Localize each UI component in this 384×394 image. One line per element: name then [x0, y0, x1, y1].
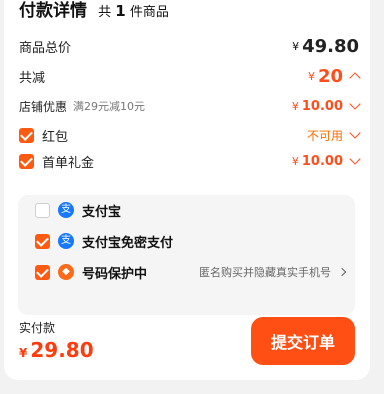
red-packet-label: 红包 — [42, 129, 69, 145]
chevron-down-icon[interactable] — [349, 153, 361, 165]
first-order-gift-label: 首单礼金 — [42, 155, 95, 171]
shop-coupon-value: 10.00 — [301, 98, 343, 114]
currency-symbol: ¥ — [19, 346, 28, 360]
total-price-value: 49.80 — [302, 35, 359, 57]
alipay-nopwd-checkbox[interactable] — [35, 233, 50, 249]
first-order-gift-checkbox[interactable] — [19, 153, 34, 169]
header: 付款详情 共 1 件商品 — [19, 0, 169, 21]
payment-methods-panel: 支 支付宝 支 支付宝免密支付 ◆ 号码保护中 匿名购买并隐藏真实手机号 — [18, 195, 355, 315]
currency-symbol: ¥ — [291, 99, 299, 113]
total-price-row: 商品总价 ¥ 49.80 — [19, 35, 359, 57]
amount-due-value: 29.80 — [30, 338, 94, 362]
shop-coupon-label: 店铺优惠 — [19, 99, 68, 114]
shield-icon: ◆ — [58, 264, 74, 280]
total-discount-row[interactable]: 共减 ¥ 20 — [19, 65, 361, 87]
currency-symbol: ¥ — [307, 69, 315, 83]
payment-option-label: 支付宝免密支付 — [82, 235, 174, 251]
total-price-label: 商品总价 — [19, 40, 72, 56]
alipay-icon: 支 — [58, 202, 74, 218]
payment-option-label: 支付宝 — [82, 204, 122, 220]
total-discount-value: 20 — [317, 65, 343, 87]
shop-coupon-desc: 满29元减10元 — [73, 100, 146, 113]
privacy-note: 匿名购买并隐藏真实手机号 — [199, 266, 331, 279]
payment-option-alipay-nopwd[interactable]: 支 支付宝免密支付 — [35, 230, 345, 252]
chevron-down-icon[interactable] — [349, 98, 361, 110]
amount-due-label: 实付款 — [19, 321, 56, 335]
chevron-down-icon[interactable] — [349, 127, 361, 139]
alipay-icon: 支 — [58, 233, 74, 249]
amount-due: ¥29.80 — [19, 338, 94, 362]
submit-order-button[interactable]: 提交订单 — [251, 317, 355, 365]
red-packet-checkbox[interactable] — [19, 127, 34, 143]
red-packet-row[interactable]: 红包 不可用 — [19, 124, 361, 146]
first-order-gift-value: 10.00 — [301, 153, 343, 169]
privacy-protection-row[interactable]: ◆ 号码保护中 匿名购买并隐藏真实手机号 — [35, 261, 347, 283]
currency-symbol: ¥ — [292, 39, 300, 53]
shop-coupon-row[interactable]: 店铺优惠 满29元减10元 ¥ 10.00 — [19, 95, 361, 117]
chevron-up-icon[interactable] — [349, 72, 361, 84]
currency-symbol: ¥ — [291, 154, 299, 168]
page-title: 付款详情 — [19, 1, 87, 21]
chevron-right-icon[interactable] — [337, 267, 347, 277]
total-discount-label: 共减 — [19, 70, 46, 86]
first-order-gift-row[interactable]: 首单礼金 ¥ 10.00 — [19, 150, 361, 172]
privacy-checkbox[interactable] — [35, 264, 50, 280]
item-count: 共 1 件商品 — [98, 2, 169, 20]
privacy-label: 号码保护中 — [82, 266, 148, 282]
red-packet-status: 不可用 — [306, 128, 343, 143]
payment-option-alipay[interactable]: 支 支付宝 — [35, 199, 345, 221]
alipay-checkbox[interactable] — [35, 202, 50, 218]
